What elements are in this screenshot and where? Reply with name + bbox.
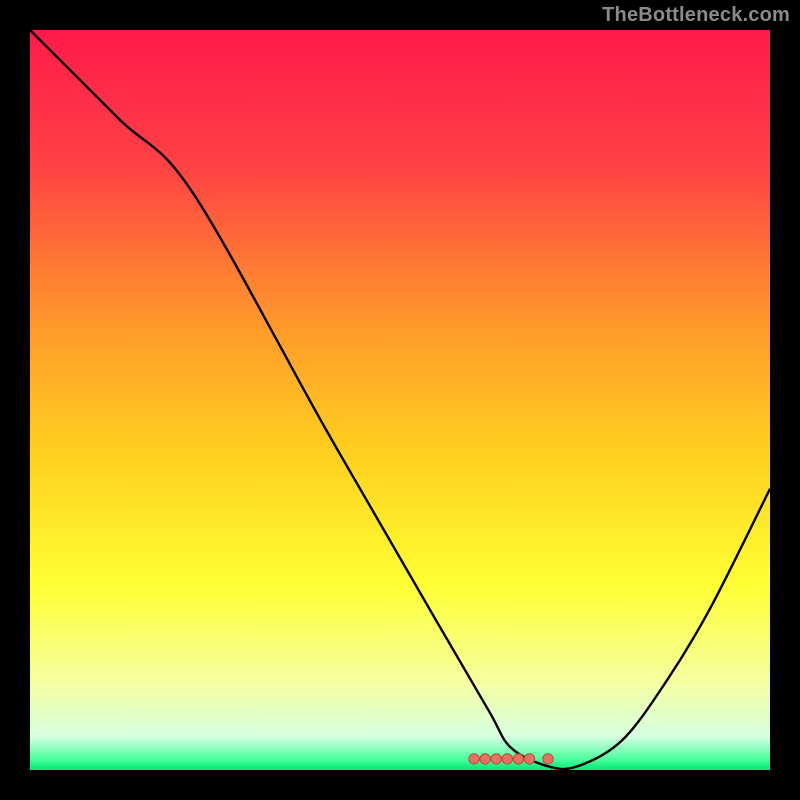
gradient-background xyxy=(30,30,770,770)
target-marker xyxy=(491,754,501,764)
target-marker xyxy=(502,754,512,764)
target-marker xyxy=(513,754,523,764)
target-marker xyxy=(524,754,534,764)
target-marker xyxy=(469,754,479,764)
watermark-text: TheBottleneck.com xyxy=(602,4,790,27)
plot-area xyxy=(30,30,770,770)
target-marker xyxy=(543,754,553,764)
chart-frame: TheBottleneck.com xyxy=(0,0,800,800)
target-marker xyxy=(480,754,490,764)
plot-svg xyxy=(30,30,770,770)
